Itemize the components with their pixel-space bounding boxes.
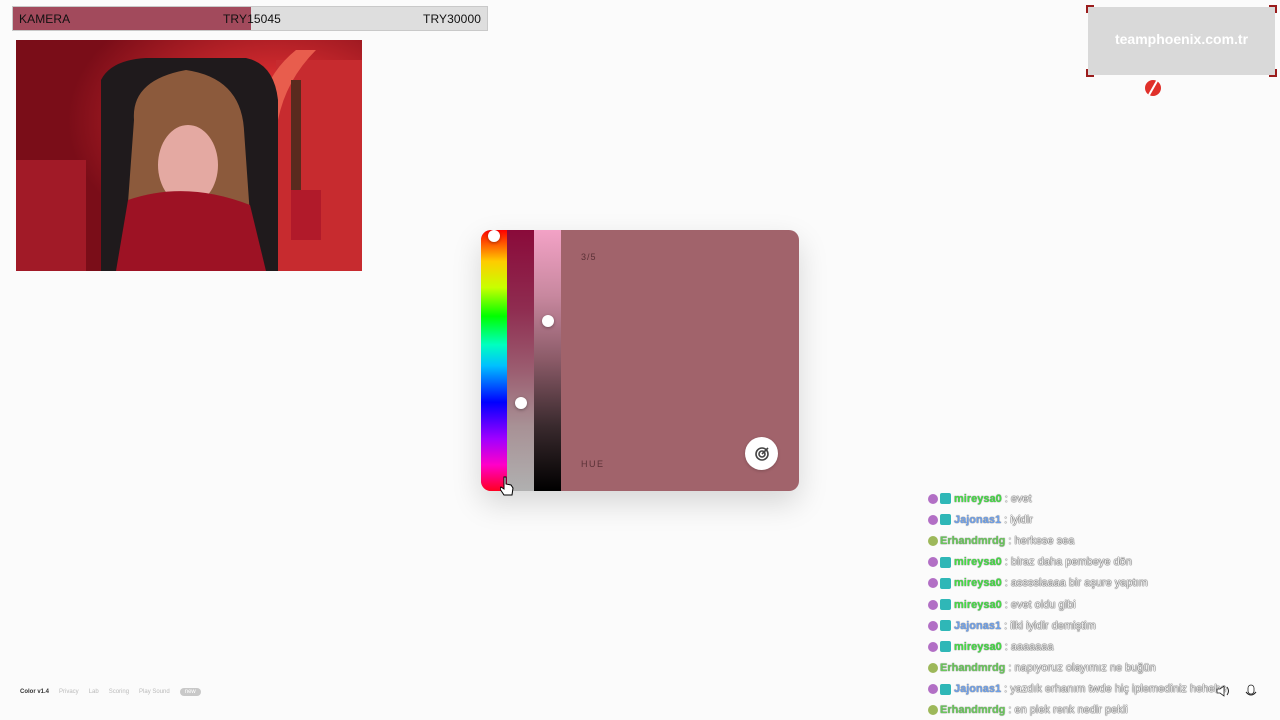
- app-version: Color v1.4: [20, 689, 50, 695]
- chat-message: mireysa0: evet oldu gibi: [928, 594, 1273, 615]
- user-badge-icon: [928, 705, 938, 716]
- donation-goal-amount: TRY30000: [423, 12, 481, 26]
- chat-message: mireysa0: evet: [928, 488, 1273, 509]
- user-badge-icon: [928, 599, 938, 610]
- chat-username[interactable]: mireysa0: [954, 599, 1002, 611]
- subscriber-badge-icon: [940, 556, 951, 568]
- chat-username[interactable]: Erhandmrdg: [940, 535, 1005, 547]
- donation-current-amount: TRY15045: [223, 12, 281, 26]
- user-badge-icon: [928, 620, 938, 631]
- chat-username[interactable]: Jajonas1: [954, 683, 1001, 695]
- chat-text: : evet oldu gibi: [1004, 598, 1076, 611]
- chat-text: : herkese sea: [1008, 534, 1075, 547]
- user-badge-icon: [928, 641, 938, 652]
- saturation-slider-handle[interactable]: [515, 396, 527, 409]
- footer-link-scoring[interactable]: Scoring: [109, 689, 129, 695]
- chat-text: : iyidir: [1004, 513, 1033, 526]
- chat-message: Erhandmrdg: napıyoruz olayımız ne buğün: [928, 658, 1273, 679]
- chat-message: mireysa0: asssslaaaa bir aşure yaptım: [928, 573, 1273, 594]
- user-badge-icon: [928, 514, 938, 525]
- corner-decoration: [1086, 69, 1094, 77]
- chat-text: : ilki iyidir demiştim: [1004, 619, 1096, 632]
- submit-color-button[interactable]: [745, 437, 778, 470]
- subscriber-badge-icon: [940, 599, 951, 611]
- user-badge-icon: [928, 493, 938, 504]
- chat-text: : aaaaaaa: [1004, 640, 1054, 653]
- target-icon: [754, 446, 769, 461]
- mode-label: HUE: [581, 459, 605, 469]
- chat-controls: [1216, 684, 1257, 697]
- footer-link-lab[interactable]: Lab: [89, 689, 99, 695]
- subscriber-badge-icon: [940, 514, 951, 526]
- new-badge: new: [179, 688, 201, 696]
- subscriber-badge-icon: [940, 493, 951, 505]
- chat-text: : en plek renk nedir pekii: [1008, 704, 1128, 717]
- stream-overlay: KAMERA TRY15045 TRY30000 teamphoenix.com…: [0, 0, 1280, 720]
- phoenix-logo-icon: [1145, 80, 1161, 96]
- speaker-icon: [1216, 685, 1229, 697]
- chat-message: mireysa0: aaaaaaa: [928, 636, 1273, 657]
- user-badge-icon: [928, 578, 938, 589]
- webcam-feed: [16, 40, 362, 271]
- microphone-icon: [1245, 684, 1257, 696]
- sponsor-banner[interactable]: teamphoenix.com.tr: [1086, 5, 1277, 77]
- chat-username[interactable]: Jajonas1: [954, 514, 1001, 526]
- round-counter: 3/5: [581, 252, 597, 262]
- chat-message: mireysa0: biraz daha pembeye dön: [928, 552, 1273, 573]
- saturation-slider[interactable]: [507, 230, 534, 491]
- chat-username[interactable]: mireysa0: [954, 577, 1002, 589]
- chat-username[interactable]: Erhandmrdg: [940, 662, 1005, 674]
- chat-text: : yazdık erhanım twde hiç iplemediniz he…: [1004, 683, 1227, 696]
- user-badge-icon: [928, 557, 938, 568]
- subscriber-badge-icon: [940, 577, 951, 589]
- color-picker-card[interactable]: 3/5 HUE: [481, 230, 799, 491]
- corner-decoration: [1086, 5, 1094, 13]
- donation-goal-label: KAMERA: [19, 12, 71, 26]
- user-badge-icon: [928, 684, 938, 695]
- subscriber-badge-icon: [940, 641, 951, 653]
- corner-decoration: [1269, 5, 1277, 13]
- chat-message: Erhandmrdg: en plek renk nedir pekii: [928, 700, 1273, 720]
- chat-username[interactable]: mireysa0: [954, 641, 1002, 653]
- chat-text: : asssslaaaa bir aşure yaptım: [1004, 577, 1148, 590]
- chat-text: : napıyoruz olayımız ne buğün: [1008, 662, 1156, 675]
- footer-link-privacy[interactable]: Privacy: [59, 689, 79, 695]
- chat-message: Erhandmrdg: herkese sea: [928, 530, 1273, 551]
- chat-message: Jajonas1: iyidir: [928, 509, 1273, 530]
- chat-message: Jajonas1: ilki iyidir demiştim: [928, 615, 1273, 636]
- chat-text: : evet: [1004, 492, 1032, 505]
- hue-slider-handle[interactable]: [488, 230, 500, 242]
- hue-slider[interactable]: [481, 230, 507, 491]
- mouse-cursor-icon: [500, 476, 514, 496]
- user-badge-icon: [928, 535, 938, 546]
- sponsor-url: teamphoenix.com.tr: [1114, 31, 1249, 47]
- lightness-slider[interactable]: [534, 230, 561, 491]
- subscriber-badge-icon: [940, 683, 951, 695]
- app-footer: Color v1.4 Privacy Lab Scoring Play Soun…: [20, 688, 201, 696]
- corner-decoration: [1269, 69, 1277, 77]
- lightness-slider-handle[interactable]: [542, 314, 554, 327]
- user-badge-icon: [928, 663, 938, 674]
- chat-username[interactable]: Erhandmrdg: [940, 704, 1005, 716]
- chat-text: : biraz daha pembeye dön: [1004, 556, 1132, 569]
- chat-username[interactable]: mireysa0: [954, 556, 1002, 568]
- subscriber-badge-icon: [940, 620, 951, 632]
- chat-username[interactable]: mireysa0: [954, 493, 1002, 505]
- donation-goal-bar: KAMERA TRY15045 TRY30000: [12, 6, 488, 31]
- chat-username[interactable]: Jajonas1: [954, 620, 1001, 632]
- footer-link-play-sound[interactable]: Play Sound: [139, 689, 170, 695]
